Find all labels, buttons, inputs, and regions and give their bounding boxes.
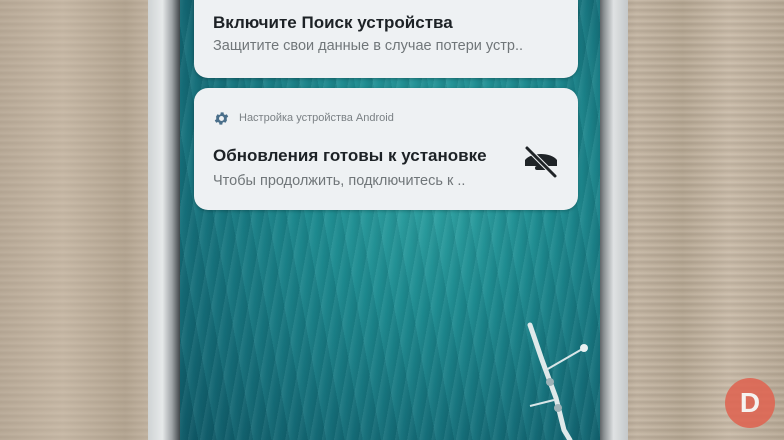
notification-text: Чтобы продолжить, подключитесь к .. [213, 173, 466, 189]
notification-find-device[interactable]: Включите Поиск устройства Защитите свои … [194, 0, 578, 78]
notification-updates[interactable]: Настройка устройства Android Обновления … [194, 88, 578, 210]
bell-off-icon[interactable] [521, 144, 561, 180]
watermark-letter: D [739, 387, 761, 418]
notification-text: Защитите свои данные в случае потери уст… [213, 38, 524, 54]
notification-title: Включите Поиск устройства [213, 13, 453, 32]
gear-icon [214, 111, 229, 125]
rowing-boat-image [527, 322, 588, 440]
watermark-logo: D [725, 378, 775, 428]
phone-screen: Включите Поиск устройства Защитите свои … [180, 0, 600, 440]
notification-app-row: Настройка устройства Android [213, 109, 394, 127]
notification-title: Обновления готовы к установке [213, 146, 487, 165]
notification-app-name: Настройка устройства Android [239, 112, 394, 124]
